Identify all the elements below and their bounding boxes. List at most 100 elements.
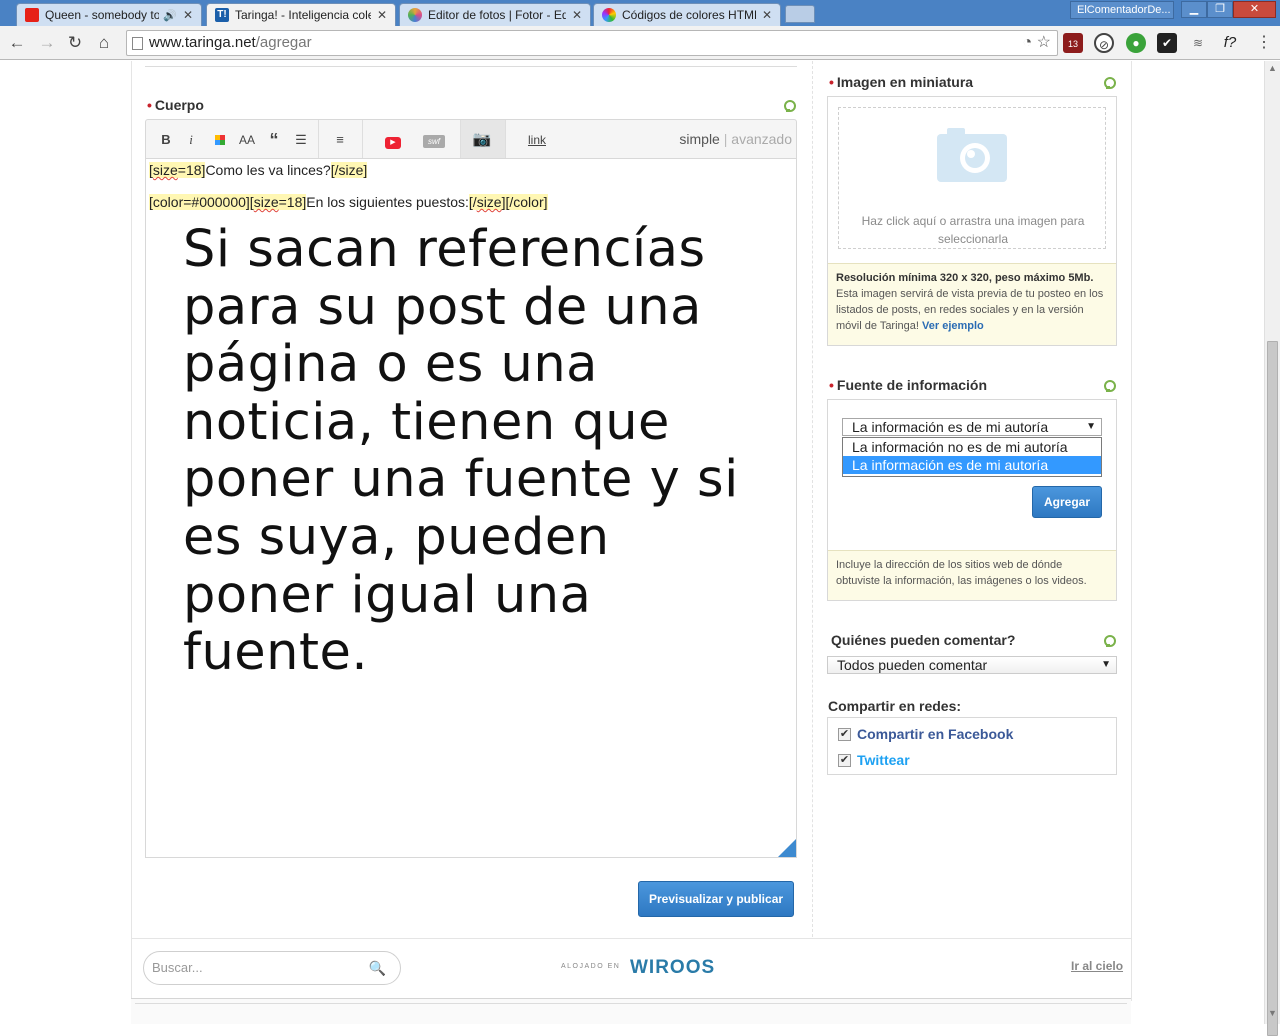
tab-colores[interactable]: Códigos de colores HTML ✕ bbox=[593, 3, 781, 26]
window-close-button[interactable]: ✕ bbox=[1233, 1, 1276, 18]
chevron-down-icon: ▼ bbox=[1086, 421, 1096, 432]
swf-button[interactable]: swf bbox=[422, 130, 446, 150]
add-source-button[interactable]: Agregar bbox=[1032, 486, 1102, 518]
to-top-link[interactable]: Ir al cielo bbox=[1071, 959, 1123, 973]
example-link[interactable]: Ver ejemplo bbox=[922, 320, 984, 332]
menu-icon[interactable]: ⋮ bbox=[1254, 33, 1274, 53]
translate-icon[interactable]: ◔ bbox=[1023, 34, 1033, 51]
twitter-share-label[interactable]: Twittear bbox=[857, 752, 910, 768]
link-button[interactable]: link bbox=[524, 130, 550, 150]
preview-publish-button[interactable]: Previsualizar y publicar bbox=[638, 881, 794, 917]
mode-advanced[interactable]: avanzado bbox=[731, 131, 792, 147]
page-icon bbox=[132, 37, 143, 50]
share-box: ✔ Compartir en Facebook ✔ Twittear bbox=[827, 717, 1117, 775]
source-label: • Fuente de información bbox=[829, 377, 988, 393]
facebook-share-label[interactable]: Compartir en Facebook bbox=[857, 726, 1013, 742]
tab-fotor[interactable]: Editor de fotos | Fotor - Ed ✕ bbox=[399, 3, 591, 26]
back-icon[interactable]: ← bbox=[6, 32, 28, 54]
home-icon[interactable]: ⌂ bbox=[93, 32, 115, 54]
q-extension-icon[interactable]: ● bbox=[1126, 33, 1146, 53]
resize-handle[interactable] bbox=[778, 839, 796, 857]
profile-button[interactable]: ElComentadorDe... bbox=[1070, 1, 1174, 19]
lightbulb-icon[interactable] bbox=[784, 100, 796, 112]
formula-extension-icon[interactable]: f? bbox=[1220, 33, 1240, 53]
tab-label: Códigos de colores HTML bbox=[622, 8, 756, 22]
address-bar[interactable]: www.taringa.net/agregar ◔ ☆ bbox=[126, 30, 1058, 56]
source-select[interactable]: La información es de mi autoría ▼ bbox=[842, 418, 1102, 436]
wiroos-logo[interactable]: WIROOS bbox=[630, 957, 715, 979]
lightbulb-icon[interactable] bbox=[1104, 380, 1116, 392]
comments-label: Quiénes pueden comentar? bbox=[831, 632, 1016, 648]
youtube-button[interactable]: ▶ bbox=[383, 130, 403, 150]
close-icon[interactable]: ✕ bbox=[183, 8, 193, 22]
font-size-button[interactable]: AA bbox=[236, 130, 258, 150]
close-icon[interactable]: ✕ bbox=[762, 8, 772, 22]
mode-simple[interactable]: simple bbox=[679, 131, 719, 147]
footer: Buscar... 🔍 ALOJADO EN WIROOS Ir al ciel… bbox=[131, 938, 1131, 998]
close-icon[interactable]: ✕ bbox=[377, 8, 387, 22]
bold-button[interactable]: B bbox=[158, 130, 174, 150]
scrollbar-thumb[interactable] bbox=[1267, 341, 1278, 1036]
close-icon[interactable]: ✕ bbox=[572, 8, 582, 22]
thumbnail-dropzone[interactable]: Haz click aquí o arrastra una imagen par… bbox=[838, 107, 1106, 249]
thumbnail-box: Haz click aquí o arrastra una imagen par… bbox=[827, 96, 1117, 346]
page-content: • Cuerpo B i AA “ ☰ ≡ ▶ swf 📷 link simple… bbox=[0, 61, 1264, 1024]
search-icon[interactable]: 🔍 bbox=[369, 952, 386, 984]
scroll-up-icon[interactable]: ▲ bbox=[1268, 63, 1277, 73]
body-label: • Cuerpo bbox=[147, 97, 204, 113]
editor-line-2: [color=#000000][size=18]En los siguiente… bbox=[149, 194, 548, 210]
italic-button[interactable]: i bbox=[184, 130, 198, 150]
url-path: /agregar bbox=[255, 34, 312, 51]
dropzone-text: Haz click aquí o arrastra una imagen par… bbox=[861, 214, 1085, 246]
footer-search-input[interactable]: Buscar... 🔍 bbox=[143, 951, 401, 985]
block-icon[interactable]: ⊘ bbox=[1094, 33, 1114, 53]
tab-label: Taringa! - Inteligencia cole bbox=[235, 8, 371, 22]
thumbnail-label: • Imagen en miniatura bbox=[829, 74, 974, 90]
forward-icon[interactable]: → bbox=[36, 32, 58, 54]
color-button[interactable] bbox=[212, 130, 228, 150]
editor-big-text: Si sacan referencías para su post de una… bbox=[183, 220, 739, 683]
bookmark-star-icon[interactable]: ☆ bbox=[1037, 34, 1051, 51]
list-button[interactable]: ☰ bbox=[292, 130, 310, 150]
lightbulb-icon[interactable] bbox=[1104, 635, 1116, 647]
body-editor[interactable]: [size=18]Como les va linces?[/size] [col… bbox=[145, 158, 797, 858]
lightbulb-icon[interactable] bbox=[1104, 77, 1116, 89]
hosted-label: ALOJADO EN bbox=[561, 963, 621, 970]
camera-icon bbox=[937, 128, 1007, 182]
page-scrollbar[interactable]: ▲ ▼ bbox=[1264, 61, 1280, 1036]
quote-button[interactable]: “ bbox=[266, 130, 282, 150]
reload-icon[interactable]: ↻ bbox=[64, 32, 86, 54]
maximize-button[interactable]: ❐ bbox=[1207, 1, 1233, 18]
tab-youtube[interactable]: Queen - somebody to 🔊 ✕ bbox=[16, 3, 202, 26]
footer-bottom-band bbox=[131, 998, 1131, 1024]
source-option[interactable]: La información no es de mi autoría bbox=[843, 438, 1101, 456]
tab-label: Queen - somebody to bbox=[45, 8, 160, 22]
taringa-icon: T! bbox=[215, 8, 229, 22]
speaker-icon: 🔊 bbox=[163, 9, 177, 22]
chevron-down-icon: ▼ bbox=[1101, 659, 1111, 670]
new-tab-button[interactable] bbox=[785, 5, 815, 23]
align-button[interactable]: ≡ bbox=[330, 130, 350, 150]
scroll-down-icon[interactable]: ▼ bbox=[1268, 1008, 1277, 1018]
minimize-button[interactable]: ▁ bbox=[1181, 1, 1207, 18]
source-option[interactable]: La información es de mi autoría bbox=[843, 456, 1101, 474]
browser-titlebar: Queen - somebody to 🔊 ✕ T! Taringa! - In… bbox=[0, 0, 1280, 26]
checkmark-extension-icon[interactable]: ✔ bbox=[1157, 33, 1177, 53]
facebook-checkbox[interactable]: ✔ bbox=[838, 728, 851, 741]
color-wheel-icon bbox=[602, 8, 616, 22]
tab-taringa[interactable]: T! Taringa! - Inteligencia cole ✕ bbox=[206, 3, 396, 26]
browser-toolbar: ← → ↻ ⌂ www.taringa.net/agregar ◔ ☆ 13 ⊘… bbox=[0, 26, 1280, 60]
editor-mode-switch: simple | avanzado bbox=[679, 131, 792, 147]
image-button[interactable]: 📷 bbox=[472, 130, 492, 150]
wave-extension-icon[interactable]: ≋ bbox=[1188, 33, 1208, 53]
ublock-icon[interactable]: 13 bbox=[1063, 33, 1083, 53]
editor-toolbar: B i AA “ ☰ ≡ ▶ swf 📷 link simple | avanz… bbox=[145, 119, 797, 159]
share-label: Compartir en redes: bbox=[828, 698, 962, 714]
align-left-icon: ≡ bbox=[336, 132, 344, 147]
source-dropdown: La información no es de mi autoría La in… bbox=[842, 437, 1102, 477]
color-grid-icon bbox=[215, 135, 225, 145]
youtube-icon: ▶ bbox=[385, 137, 401, 149]
twitter-checkbox[interactable]: ✔ bbox=[838, 754, 851, 767]
comments-select[interactable]: Todos pueden comentar ▼ bbox=[827, 656, 1117, 674]
swf-icon: swf bbox=[423, 135, 445, 148]
